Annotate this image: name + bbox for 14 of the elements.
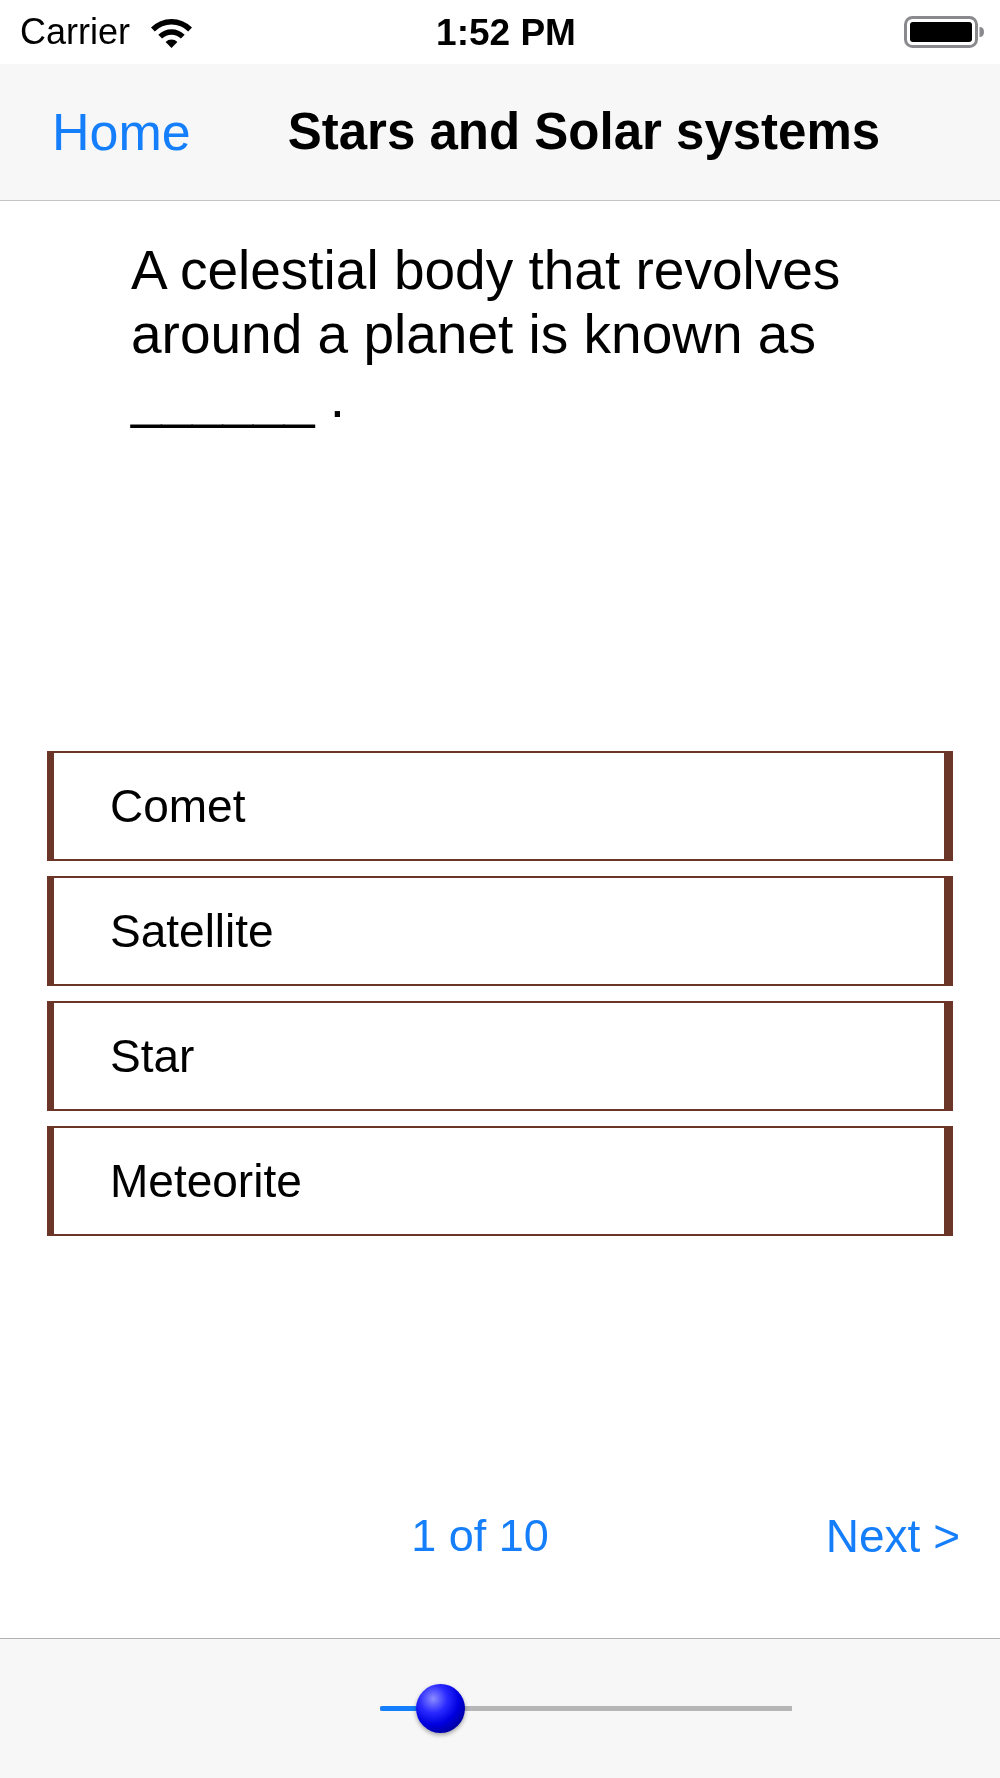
answer-option[interactable]: Satellite	[47, 876, 953, 986]
carrier-name: Carrier	[20, 14, 130, 50]
slider-thumb[interactable]	[416, 1684, 466, 1733]
clock-time: 1:52 PM	[436, 13, 576, 51]
answer-option[interactable]: Meteorite	[47, 1126, 953, 1236]
screen-title: Stars and Solar systems	[287, 102, 881, 163]
wifi-icon	[149, 16, 194, 48]
next-button[interactable]: Next >	[825, 1508, 960, 1564]
question-text: A celestial body that revolves around a planet is known as ______ .	[131, 238, 842, 430]
question-counter: 1 of 10	[411, 1509, 549, 1563]
answer-option[interactable]: Star	[47, 1001, 953, 1111]
answer-option[interactable]: Comet	[47, 751, 953, 861]
battery-icon	[904, 16, 984, 48]
home-button[interactable]: Home	[52, 100, 191, 164]
